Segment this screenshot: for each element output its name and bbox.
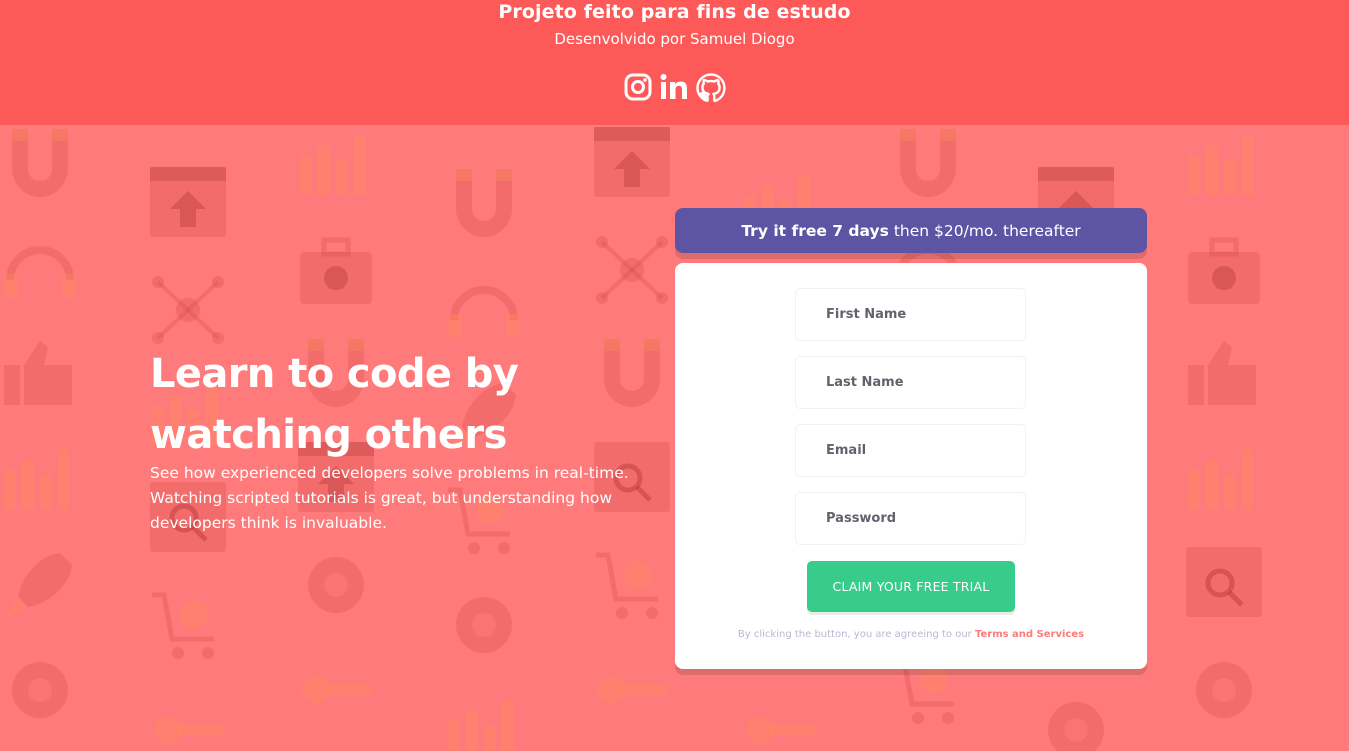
pattern-window-icon xyxy=(594,127,670,197)
signup-form: CLAIM YOUR FREE TRIAL By clicking the bu… xyxy=(675,263,1147,669)
pattern-chart-icon xyxy=(4,450,70,510)
last-name-input[interactable] xyxy=(795,356,1026,409)
pattern-key-icon xyxy=(302,676,372,704)
pattern-headset-icon xyxy=(4,246,76,298)
pattern-key-icon xyxy=(598,676,668,704)
pattern-search-icon xyxy=(1186,547,1262,617)
pattern-key-icon xyxy=(154,716,224,744)
email-input[interactable] xyxy=(795,424,1026,477)
pattern-cart-icon xyxy=(152,592,214,659)
header-subtitle: Desenvolvido por Samuel Diogo xyxy=(554,30,795,48)
pattern-headset-icon xyxy=(448,286,520,338)
hero-text-line1: See how experienced developers solve pro… xyxy=(150,464,629,482)
password-input[interactable] xyxy=(795,492,1026,545)
pattern-key-icon xyxy=(746,716,816,744)
pattern-network-icon xyxy=(596,236,668,304)
pattern-gear-icon xyxy=(1048,702,1104,751)
pattern-gear-icon xyxy=(456,597,512,653)
pattern-network-icon xyxy=(152,276,224,344)
pattern-cart-icon xyxy=(596,552,658,619)
pattern-toolbox-icon xyxy=(300,237,372,304)
hero-description: See how experienced developers solve pro… xyxy=(150,461,650,536)
github-icon[interactable] xyxy=(695,73,726,103)
pattern-toolbox-icon xyxy=(1188,237,1260,304)
site-header: Projeto feito para fins de estudo Desenv… xyxy=(0,0,1349,125)
claim-trial-button[interactable]: CLAIM YOUR FREE TRIAL xyxy=(807,561,1015,612)
linkedin-icon[interactable] xyxy=(660,73,688,103)
hero-title-line2: watching others xyxy=(150,412,507,458)
pattern-gear-icon xyxy=(308,557,364,613)
pattern-gear-icon xyxy=(1196,662,1252,718)
first-name-input[interactable] xyxy=(795,288,1026,341)
pattern-chart-icon xyxy=(448,700,514,751)
pattern-magnet-icon xyxy=(604,339,660,407)
hero-text-line2: Watching scripted tutorials is great, bu… xyxy=(150,489,612,507)
hero-text-line3: developers think is invaluable. xyxy=(150,514,387,532)
pattern-chart-icon xyxy=(1188,450,1254,510)
pattern-magnet-icon xyxy=(900,129,956,197)
promo-banner: Try it free 7 days then $20/mo. thereaft… xyxy=(675,208,1147,253)
social-links xyxy=(0,73,1349,103)
promo-bold-text: Try it free 7 days xyxy=(741,221,889,240)
pattern-rocket-icon xyxy=(6,553,72,619)
header-title: Projeto feito para fins de estudo xyxy=(498,1,851,23)
terms-notice: By clicking the button, you are agreeing… xyxy=(675,629,1147,640)
promo-text: then $20/mo. thereafter xyxy=(893,221,1081,240)
pattern-magnet-icon xyxy=(456,169,512,237)
pattern-chart-icon xyxy=(1188,135,1254,195)
hero-title-line1: Learn to code by xyxy=(150,351,519,397)
terms-link[interactable]: Terms and Services xyxy=(975,629,1084,640)
terms-text: By clicking the button, you are agreeing… xyxy=(737,629,972,640)
pattern-like-icon xyxy=(4,341,72,405)
pattern-gear-icon xyxy=(12,662,68,718)
hero-title: Learn to code by watching others xyxy=(150,344,580,466)
pattern-like-icon xyxy=(1188,341,1256,405)
pattern-window-icon xyxy=(150,167,226,237)
pattern-magnet-icon xyxy=(12,129,68,197)
instagram-icon[interactable] xyxy=(624,73,652,103)
pattern-chart-icon xyxy=(300,135,366,195)
